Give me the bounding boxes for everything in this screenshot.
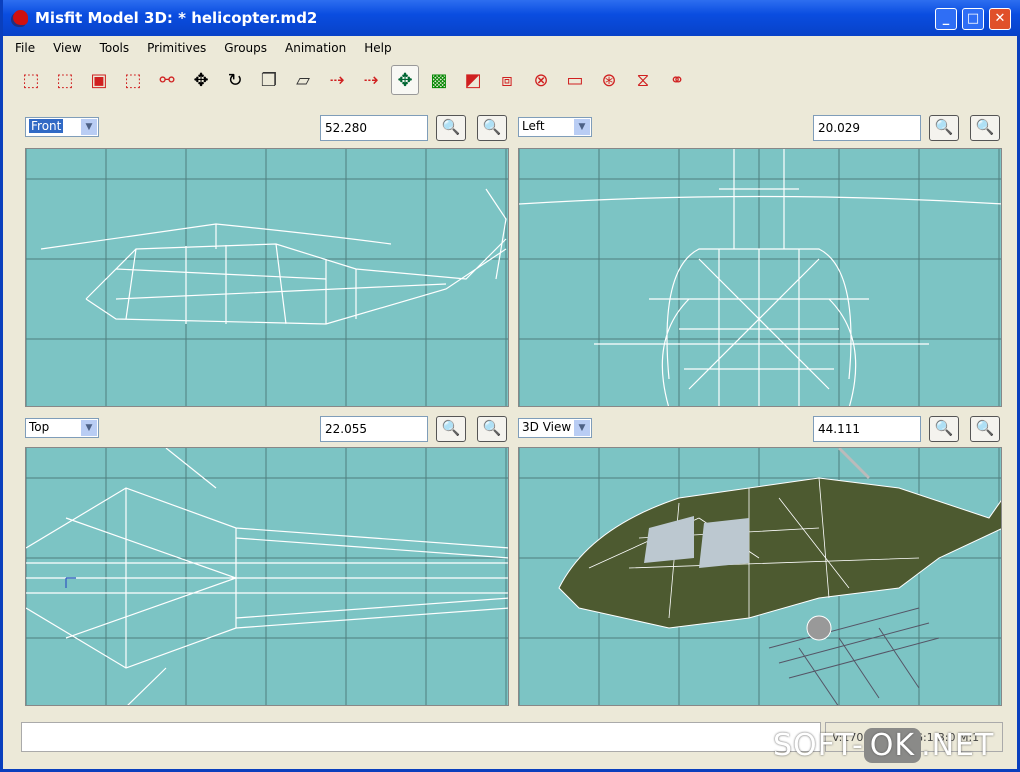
menu-groups[interactable]: Groups (215, 38, 276, 60)
create-cube-tool[interactable]: ⧈ (493, 65, 521, 95)
create-ellipsoid-icon: ⊗ (533, 69, 549, 91)
top-model-render (26, 448, 508, 705)
chevron-down-icon[interactable]: ▼ (81, 420, 97, 436)
menu-view[interactable]: View (44, 38, 90, 60)
front-viewport[interactable] (25, 148, 509, 407)
attract-icon: ⇢ (363, 69, 379, 91)
chevron-down-icon[interactable]: ▼ (574, 119, 590, 135)
extrude-tool[interactable]: ⇢ (323, 65, 351, 95)
left-model-render (519, 149, 1001, 406)
top-view-select[interactable]: Top ▼ (25, 418, 99, 438)
view-select-value: 3D View (522, 420, 572, 434)
close-button[interactable]: ✕ (989, 8, 1011, 30)
top-viewport[interactable] (25, 447, 509, 706)
create-bone-icon: ⚭ (669, 69, 685, 91)
move-background-tool[interactable]: ✥ (391, 65, 419, 95)
attract-tool[interactable]: ⇢ (357, 65, 385, 95)
select-faces-tool[interactable]: ⬚ (51, 65, 79, 95)
menu-primitives[interactable]: Primitives (138, 38, 215, 60)
move-background-icon: ✥ (397, 69, 413, 91)
menu-file[interactable]: File (6, 38, 44, 60)
front-zoom-input[interactable]: 52.280 (320, 115, 428, 141)
top-zoom-out-button[interactable]: 🔍 (477, 416, 507, 442)
create-rectangle-icon: ◩ (464, 69, 482, 91)
select-faces-icon: ⬚ (56, 69, 74, 91)
status-message (21, 722, 821, 752)
3d-view-view-select[interactable]: 3D View ▼ (518, 418, 592, 438)
zoom-in-icon: 🔍 (441, 118, 461, 136)
toolbar: ⬚ ⬚ ▣ ⬚ ⚯ ✥ ↻ ❐ ▱ ⇢ ⇢ ✥ ▩ ◩ ⧈ ⊗ ▭ ⊛ ⧖ ⚭ (17, 63, 691, 97)
create-cube-icon: ⧈ (501, 69, 513, 91)
zoom-out-icon: 🔍 (482, 118, 502, 136)
shear-icon: ▱ (296, 69, 310, 91)
3d-view-viewport[interactable] (518, 447, 1002, 706)
maximize-button[interactable]: □ (962, 8, 984, 30)
chevron-down-icon[interactable]: ▼ (81, 119, 97, 135)
move-icon: ✥ (193, 69, 209, 91)
zoom-in-icon: 🔍 (441, 419, 461, 437)
select-bone-joints-tool[interactable]: ⚯ (153, 65, 181, 95)
title-bar: Misfit Model 3D: * helicopter.md2 _ □ ✕ (3, 0, 1020, 36)
select-vertices-tool[interactable]: ⬚ (17, 65, 45, 95)
minimize-button[interactable]: _ (935, 8, 957, 30)
scale-icon: ❐ (260, 69, 278, 91)
create-torus-icon: ⊛ (601, 69, 617, 91)
select-groups-icon: ▣ (90, 69, 108, 91)
move-tool[interactable]: ✥ (187, 65, 215, 95)
3d-view-model-render (519, 448, 1001, 705)
create-polygon-icon: ⧖ (636, 69, 650, 91)
left-viewport[interactable] (518, 148, 1002, 407)
create-rectangle-tool[interactable]: ◩ (459, 65, 487, 95)
zoom-out-icon: 🔍 (975, 419, 995, 437)
select-groups-tool[interactable]: ▣ (85, 65, 113, 95)
front-zoom-out-button[interactable]: 🔍 (477, 115, 507, 141)
zoom-out-icon: 🔍 (975, 118, 995, 136)
create-ellipsoid-tool[interactable]: ⊗ (527, 65, 555, 95)
create-cylinder-icon: ▭ (566, 69, 584, 91)
view-select-value: Left (522, 119, 545, 133)
create-torus-tool[interactable]: ⊛ (595, 65, 623, 95)
zoom-in-icon: 🔍 (934, 419, 954, 437)
rotate-tool[interactable]: ↻ (221, 65, 249, 95)
top-zoom-in-button[interactable]: 🔍 (436, 416, 466, 442)
left-zoom-input[interactable]: 20.029 (813, 115, 921, 141)
menu-bar: File View Tools Primitives Groups Animat… (6, 38, 401, 60)
create-cylinder-tool[interactable]: ▭ (561, 65, 589, 95)
app-logo-icon (13, 10, 28, 25)
create-polygon-tool[interactable]: ⧖ (629, 65, 657, 95)
scale-background-tool[interactable]: ▩ (425, 65, 453, 95)
front-zoom-in-button[interactable]: 🔍 (436, 115, 466, 141)
scale-background-icon: ▩ (430, 69, 448, 91)
view-select-value: Front (29, 119, 64, 133)
zoom-out-icon: 🔍 (482, 419, 502, 437)
menu-tools[interactable]: Tools (91, 38, 139, 60)
left-zoom-out-button[interactable]: 🔍 (970, 115, 1000, 141)
select-bone-joints-icon: ⚯ (159, 69, 175, 91)
left-view-select[interactable]: Left ▼ (518, 117, 592, 137)
3d-view-zoom-out-button[interactable]: 🔍 (970, 416, 1000, 442)
create-bone-tool[interactable]: ⚭ (663, 65, 691, 95)
front-view-select[interactable]: Front ▼ (25, 117, 99, 137)
3d-view-zoom-in-button[interactable]: 🔍 (929, 416, 959, 442)
select-vertices-icon: ⬚ (22, 69, 40, 91)
front-model-render (26, 149, 508, 406)
menu-animation[interactable]: Animation (276, 38, 355, 60)
zoom-in-icon: 🔍 (934, 118, 954, 136)
chevron-down-icon[interactable]: ▼ (574, 420, 590, 436)
select-connected-icon: ⬚ (124, 69, 142, 91)
top-zoom-input[interactable]: 22.055 (320, 416, 428, 442)
select-connected-tool[interactable]: ⬚ (119, 65, 147, 95)
window-title: Misfit Model 3D: * helicopter.md2 (35, 9, 318, 27)
view-select-value: Top (29, 420, 50, 434)
left-zoom-in-button[interactable]: 🔍 (929, 115, 959, 141)
app-window: Misfit Model 3D: * helicopter.md2 _ □ ✕ … (0, 0, 1020, 772)
shear-tool[interactable]: ▱ (289, 65, 317, 95)
scale-tool[interactable]: ❐ (255, 65, 283, 95)
rotate-icon: ↻ (227, 69, 243, 91)
menu-help[interactable]: Help (355, 38, 400, 60)
extrude-icon: ⇢ (329, 69, 345, 91)
watermark: SOFT- OK .NET (773, 728, 995, 763)
3d-view-zoom-input[interactable]: 44.111 (813, 416, 921, 442)
